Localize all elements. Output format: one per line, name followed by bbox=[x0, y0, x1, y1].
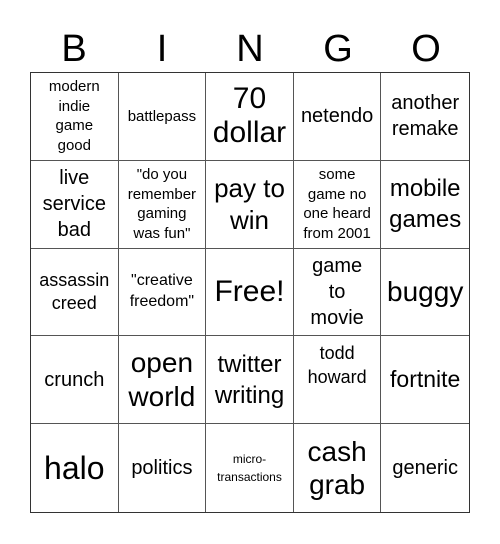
free-space[interactable]: Free! bbox=[206, 248, 294, 337]
bingo-cell[interactable]: micro-transactions bbox=[206, 424, 294, 512]
bingo-cell[interactable]: 70 dollar bbox=[206, 73, 294, 161]
header-letter-n: N bbox=[236, 28, 264, 70]
bingo-cell[interactable]: open world bbox=[118, 336, 207, 425]
bingo-cell[interactable]: assassin creed bbox=[31, 248, 119, 337]
bingo-cell[interactable]: cash grab bbox=[294, 424, 382, 512]
bingo-grid: modern indie game good battlepass 70 dol… bbox=[30, 72, 470, 513]
bingo-cell[interactable]: "do you remember gaming was fun" bbox=[118, 160, 207, 249]
bingo-header: B I N G O bbox=[30, 26, 470, 72]
bingo-cell[interactable]: crunch bbox=[31, 336, 119, 425]
header-letter-g: G bbox=[323, 28, 353, 70]
bingo-cell[interactable]: mobile games bbox=[381, 161, 469, 249]
bingo-cell[interactable]: live service bad bbox=[31, 160, 119, 249]
bingo-cell[interactable]: generic bbox=[381, 424, 469, 512]
header-letter-b: B bbox=[61, 28, 87, 70]
bingo-cell[interactable]: buggy bbox=[381, 249, 469, 337]
bingo-cell[interactable]: game to movie bbox=[293, 248, 382, 337]
bingo-cell[interactable]: battlepass bbox=[118, 73, 207, 161]
bingo-cell[interactable]: twitter writing bbox=[206, 336, 294, 425]
bingo-cell[interactable]: netendo bbox=[293, 73, 382, 161]
bingo-cell[interactable]: modern indie game good bbox=[31, 73, 119, 161]
bingo-cell[interactable]: "creative freedom" bbox=[118, 248, 207, 337]
bingo-cell[interactable]: fortnite bbox=[381, 336, 469, 425]
header-letter-i: I bbox=[156, 28, 168, 70]
bingo-cell[interactable]: todd howard bbox=[293, 336, 382, 425]
bingo-cell[interactable]: halo bbox=[31, 424, 119, 512]
bingo-cell[interactable]: pay to win bbox=[206, 160, 294, 249]
bingo-cell[interactable]: another remake bbox=[381, 73, 469, 161]
header-letter-o: O bbox=[411, 28, 441, 70]
bingo-cell[interactable]: politics bbox=[119, 424, 207, 512]
bingo-cell[interactable]: some game no one heard from 2001 bbox=[293, 160, 382, 249]
